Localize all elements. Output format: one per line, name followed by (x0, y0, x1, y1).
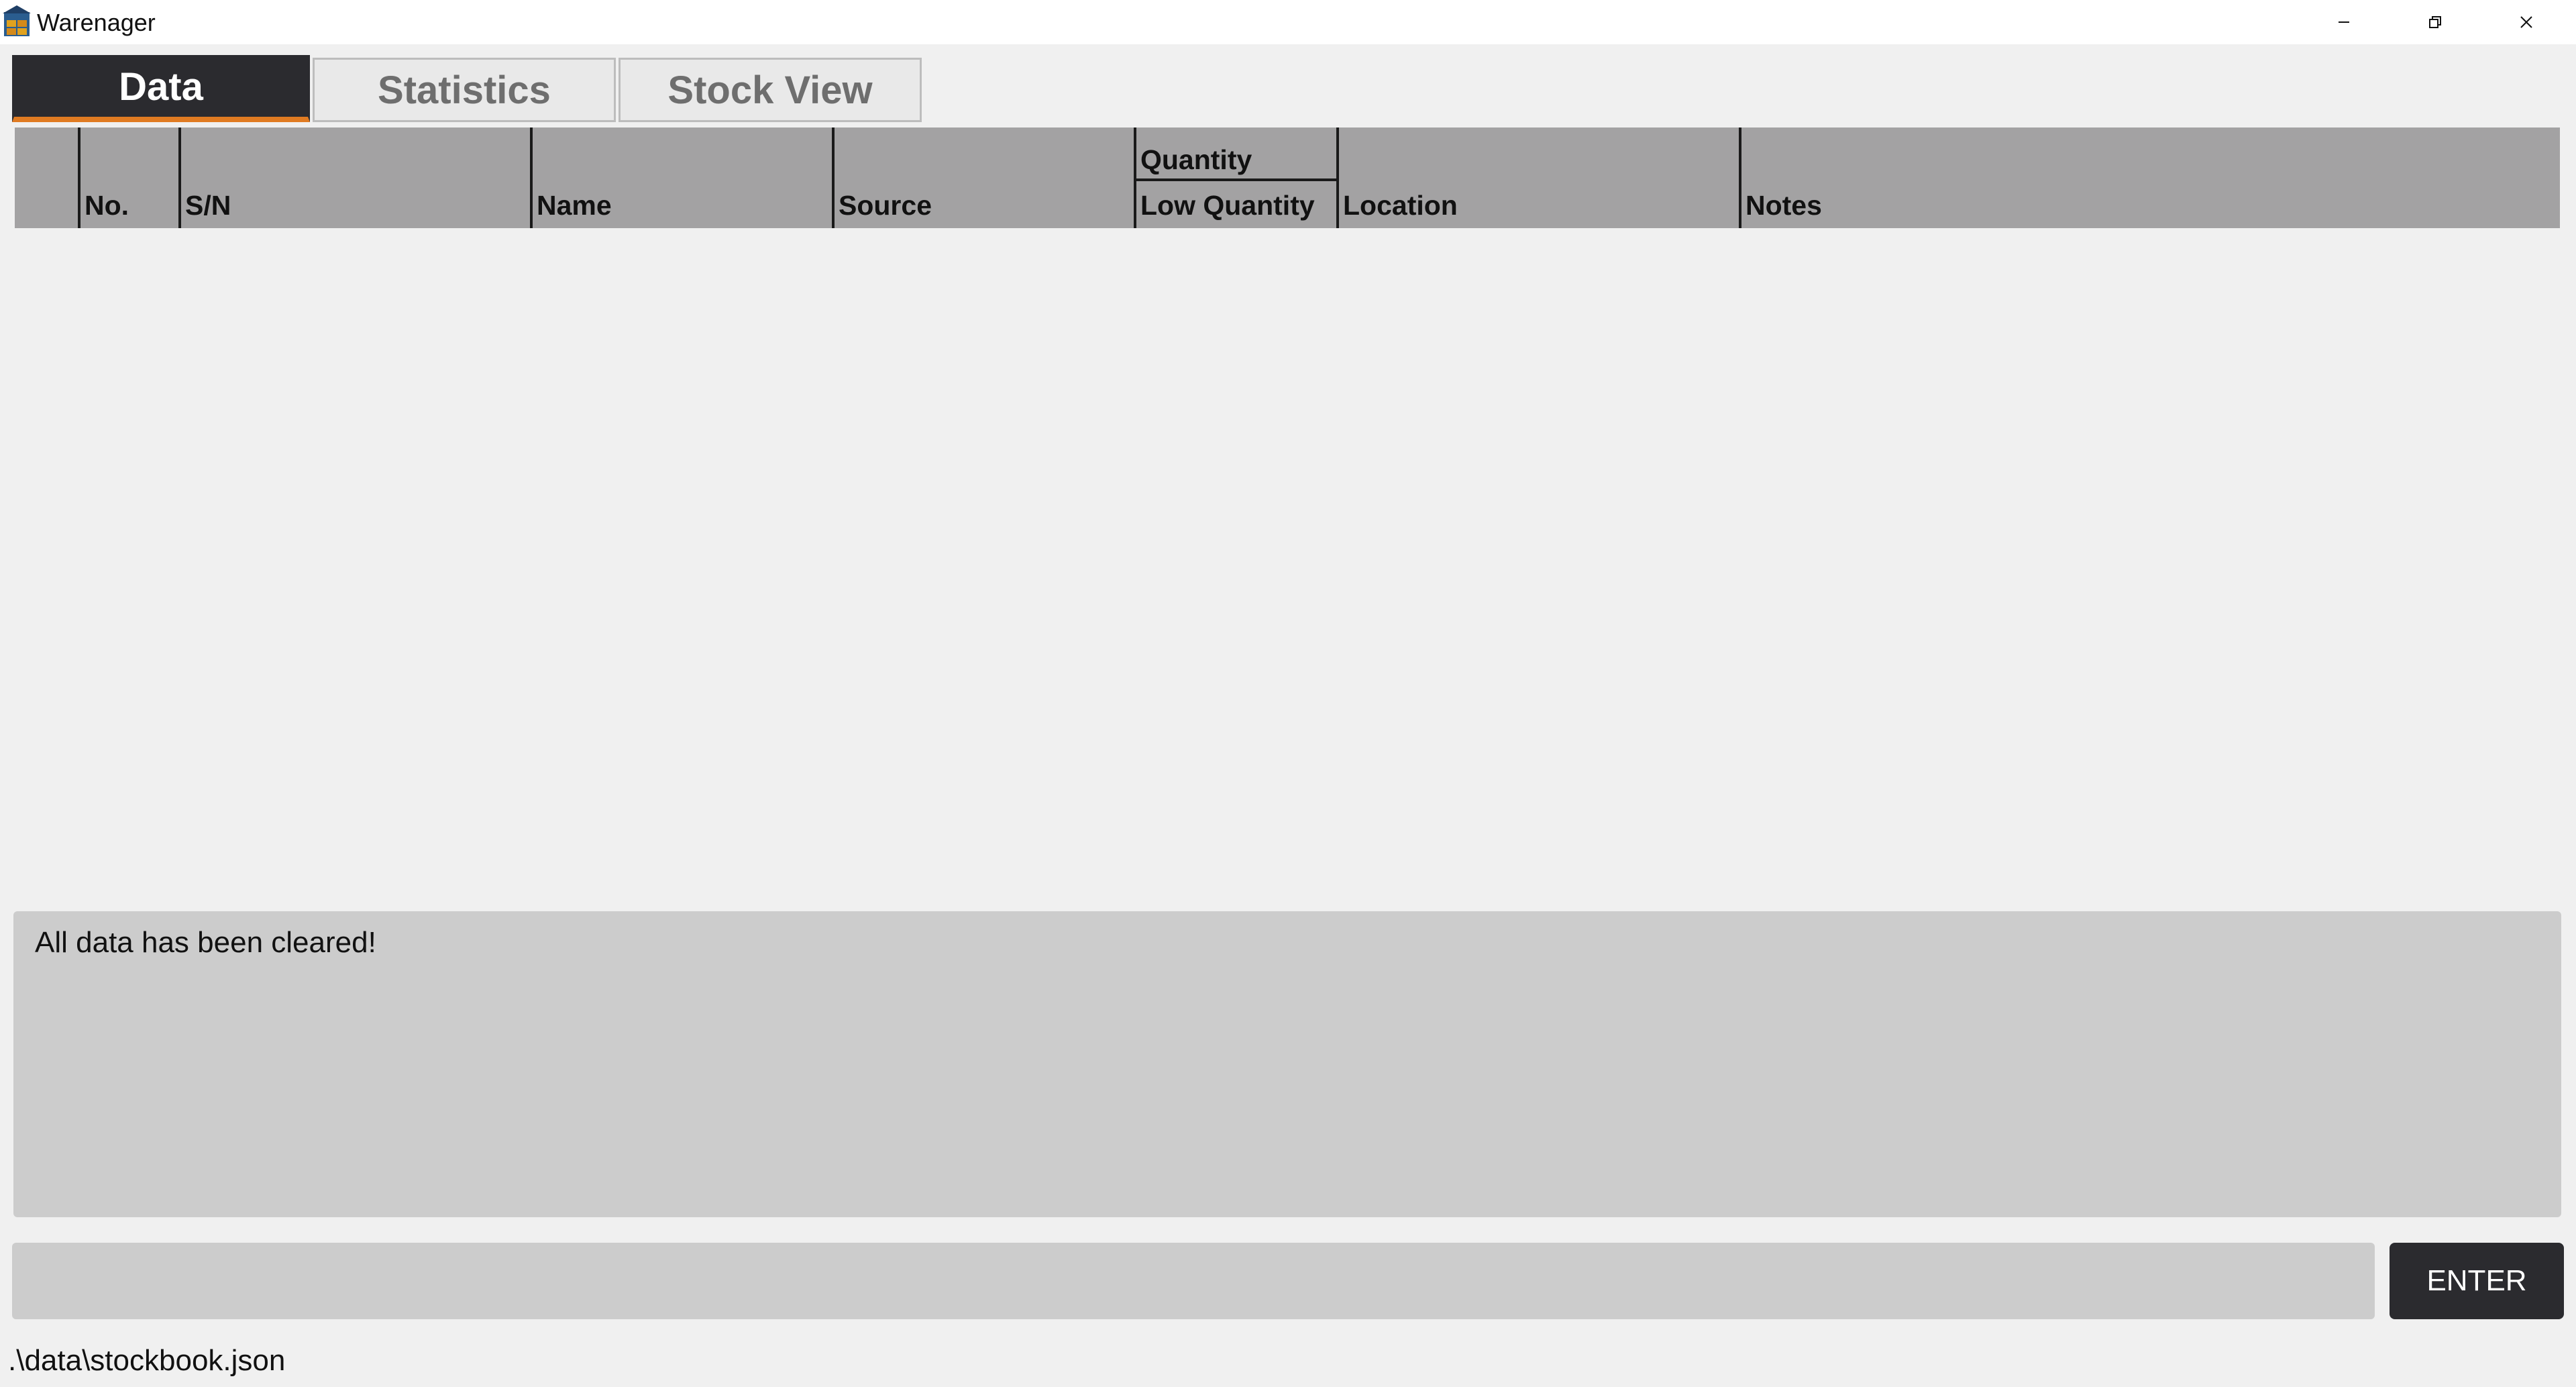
result-message: All data has been cleared! (35, 926, 376, 959)
stock-table-header: No. S/N Name Source Quantity Low Quantit… (15, 127, 2560, 228)
tab-stock-view[interactable]: Stock View (619, 58, 922, 122)
column-header-quantity[interactable]: Quantity (1136, 127, 1336, 181)
storage-file-path: .\data\stockbook.json (8, 1344, 286, 1377)
column-sn-label: S/N (185, 190, 231, 221)
column-header-sn[interactable]: S/N (178, 127, 530, 228)
column-header-notes[interactable]: Notes (1739, 127, 2560, 228)
minimize-button[interactable] (2298, 0, 2390, 44)
column-header-quantity-group: Quantity Low Quantity (1134, 127, 1336, 228)
column-header-index[interactable] (15, 127, 78, 228)
tab-statistics[interactable]: Statistics (313, 58, 616, 122)
column-header-location[interactable]: Location (1336, 127, 1739, 228)
column-location-label: Location (1343, 190, 1458, 221)
column-low-quantity-label[interactable]: Low Quantity (1140, 190, 1315, 221)
app-title: Warenager (37, 9, 156, 36)
column-header-source[interactable]: Source (832, 127, 1134, 228)
restore-icon (2427, 14, 2443, 30)
stock-table-body[interactable] (15, 228, 2560, 899)
title-bar[interactable]: Warenager (0, 0, 2576, 44)
minimize-icon (2336, 14, 2352, 30)
column-header-no[interactable]: No. (78, 127, 178, 228)
enter-button[interactable]: ENTER (2390, 1243, 2564, 1319)
app-window: Warenager Data Statistics Stock View No.… (0, 0, 2576, 1387)
column-quantity-label: Quantity (1140, 144, 1252, 175)
column-name-label: Name (537, 190, 612, 221)
warehouse-icon (3, 5, 31, 38)
column-notes-label: Notes (1746, 190, 1822, 221)
close-button[interactable] (2481, 0, 2572, 44)
column-header-name[interactable]: Name (530, 127, 832, 228)
column-source-label: Source (839, 190, 932, 221)
status-bar: .\data\stockbook.json (8, 1342, 285, 1380)
tab-data[interactable]: Data (12, 55, 310, 122)
command-input[interactable] (12, 1243, 2375, 1319)
close-icon (2518, 14, 2534, 30)
result-display: All data has been cleared! (13, 911, 2561, 1217)
column-no-label: No. (85, 190, 129, 221)
restore-button[interactable] (2390, 0, 2481, 44)
